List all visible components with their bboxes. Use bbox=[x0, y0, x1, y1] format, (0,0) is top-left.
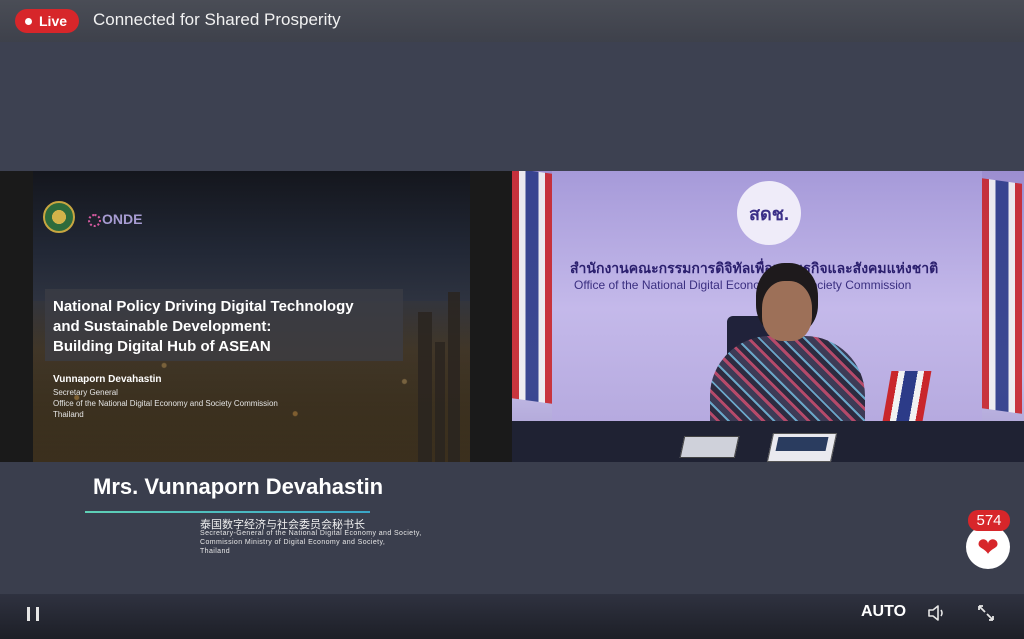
live-label: Live bbox=[39, 13, 68, 29]
heart-icon: ❤ bbox=[977, 532, 999, 562]
stream-title: Connected for Shared Prosperity bbox=[93, 10, 341, 29]
building-shape bbox=[435, 342, 445, 462]
live-badge: Live bbox=[15, 9, 79, 33]
speaker-head bbox=[762, 281, 812, 341]
caption-title-english: Secretary-General of the National Digita… bbox=[200, 530, 422, 537]
sdc-logo: สดช. bbox=[737, 181, 801, 245]
building-shape bbox=[448, 292, 460, 462]
caption-title-english: Commission Ministry of Digital Economy a… bbox=[200, 539, 386, 546]
slide-speaker-role: Secretary General bbox=[53, 388, 118, 397]
building-shape bbox=[418, 312, 432, 462]
org-name-english: Office of the National Digital Economy a… bbox=[574, 278, 912, 292]
org-name-thai: สำนักงานคณะกรรมการดิจิทัลเพื่อเศรษฐกิจแล… bbox=[570, 260, 939, 276]
name-underline bbox=[85, 511, 370, 513]
caption-speaker-name: Mrs. Vunnaporn Devahastin bbox=[93, 474, 384, 499]
like-button[interactable]: ❤ bbox=[966, 525, 1010, 569]
onde-logo: ONDE bbox=[88, 211, 142, 227]
slide-speaker-name: Vunnaporn Devahastin bbox=[53, 374, 162, 385]
slide-speaker-role: Thailand bbox=[53, 410, 84, 419]
top-bar: Live Connected for Shared Prosperity bbox=[0, 0, 1024, 42]
quality-button[interactable]: AUTO bbox=[861, 603, 906, 621]
slide-title-box: National Policy Driving Digital Technolo… bbox=[45, 289, 403, 361]
slide-title-line: and Sustainable Development: bbox=[53, 318, 272, 335]
volume-button[interactable] bbox=[926, 603, 948, 623]
slide-title-line: Building Digital Hub of ASEAN bbox=[53, 338, 271, 355]
stage-background bbox=[0, 42, 1024, 172]
volume-icon bbox=[928, 605, 943, 621]
caption-title-english: Thailand bbox=[200, 548, 231, 555]
thai-flag-right bbox=[982, 178, 1022, 414]
pause-button[interactable] bbox=[24, 604, 44, 624]
presentation-slide: ONDE National Policy Driving Digital Tec… bbox=[33, 171, 470, 462]
onde-logo-icon bbox=[88, 213, 101, 227]
tablet-screen bbox=[775, 437, 829, 451]
government-seal-logo bbox=[43, 201, 75, 233]
fullscreen-button[interactable] bbox=[975, 602, 997, 624]
fullscreen-icon bbox=[978, 605, 994, 621]
speaker-video: สดช. สำนักงานคณะกรรมการดิจิทัลเพื่อเศรษฐ… bbox=[512, 171, 1024, 462]
slide-speaker-role: Office of the National Digital Economy a… bbox=[53, 399, 278, 408]
like-count: 574 bbox=[968, 510, 1010, 531]
onde-logo-text: ONDE bbox=[102, 211, 143, 227]
thai-flag-left bbox=[512, 171, 552, 404]
slide-title-line: National Policy Driving Digital Technolo… bbox=[53, 298, 354, 315]
live-dot-icon bbox=[25, 17, 32, 25]
desk-device bbox=[679, 436, 740, 458]
